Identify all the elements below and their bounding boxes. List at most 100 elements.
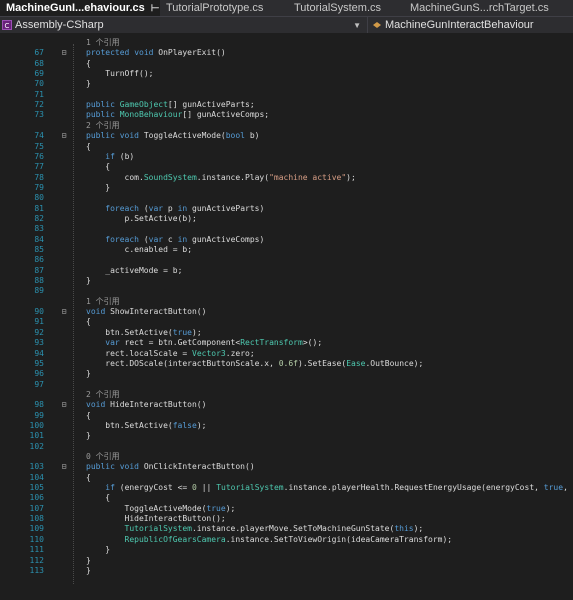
line-number: 106 — [29, 493, 44, 503]
code-text: public GameObject[] gunActiveParts; — [86, 100, 255, 110]
codelens-reference-count[interactable]: 2 个引用 — [0, 120, 573, 131]
line-number: 82 — [34, 213, 44, 223]
code-line: 108 HideInteractButton(); — [0, 513, 573, 524]
code-line: 69 TurnOff(); — [0, 68, 573, 79]
code-line: 85 c.enabled = b; — [0, 244, 573, 255]
code-line: 112} — [0, 555, 573, 566]
code-text: { — [86, 472, 91, 482]
codelens-reference-count[interactable]: 2 个引用 — [0, 389, 573, 400]
line-number: 71 — [34, 89, 44, 99]
code-line: 109 TutorialSystem.instance.playerMove.S… — [0, 523, 573, 534]
tab-tutorial-system[interactable]: TutorialSystem.cs — [288, 0, 404, 16]
code-text: { — [86, 410, 91, 420]
line-number: 97 — [34, 379, 44, 389]
code-line: 102 — [0, 441, 573, 452]
line-number: 102 — [29, 441, 44, 451]
code-line: 97 — [0, 379, 573, 390]
tab-label: MachineGunI...ehaviour.cs — [6, 2, 145, 14]
collapse-region-icon[interactable]: ⊟ — [60, 399, 68, 410]
code-line: 70} — [0, 78, 573, 89]
code-line: 81 foreach (var p in gunActiveParts) — [0, 203, 573, 214]
line-number: 79 — [34, 182, 44, 192]
line-number: 96 — [34, 369, 44, 379]
code-line: 107 ToggleActiveMode(true); — [0, 503, 573, 514]
codelens-reference-count[interactable]: 1 个引用 — [0, 296, 573, 307]
code-text: if (energyCost <= 0 || TutorialSystem.in… — [105, 483, 573, 493]
line-number: 108 — [29, 514, 44, 524]
code-line: 105 if (energyCost <= 0 || TutorialSyste… — [0, 482, 573, 493]
collapse-region-icon[interactable]: ⊟ — [60, 47, 68, 58]
line-number: 70 — [34, 79, 44, 89]
reference-count-text[interactable]: 0 个引用 — [86, 451, 120, 462]
line-number: 93 — [34, 338, 44, 348]
code-text: public void ToggleActiveMode(bool b) — [86, 131, 260, 141]
tab-tutorial-prototype[interactable]: TutorialPrototype.cs — [160, 0, 288, 16]
code-text: } — [105, 545, 111, 555]
code-line: 88} — [0, 275, 573, 286]
code-text: protected void OnPlayerExit() — [86, 48, 226, 58]
code-line: 106 { — [0, 492, 573, 503]
code-text: } — [86, 276, 91, 286]
line-number: 94 — [34, 348, 44, 358]
line-number: 104 — [29, 472, 44, 482]
tab-machinegun-interact-behaviour[interactable]: MachineGunI...ehaviour.cs ⊢ ✕ — [0, 0, 160, 16]
line-number: 99 — [34, 410, 44, 420]
code-line: 82 p.SetActive(b); — [0, 213, 573, 224]
code-text: { — [105, 493, 111, 503]
document-tab-bar: MachineGunI...ehaviour.cs ⊢ ✕ TutorialPr… — [0, 0, 573, 17]
line-number: 75 — [34, 141, 44, 151]
code-line: 83 — [0, 223, 573, 234]
reference-count-text[interactable]: 2 个引用 — [86, 120, 120, 131]
navigation-bar: C Assembly-CSharp ▼ MachineGunInteractBe… — [0, 17, 573, 33]
pin-icon[interactable]: ⊢ — [151, 3, 160, 14]
code-text: { — [86, 58, 91, 68]
code-text: btn.SetActive(true); — [105, 327, 202, 337]
collapse-region-icon[interactable]: ⊟ — [60, 461, 68, 472]
codelens-reference-count[interactable]: 1 个引用 — [0, 37, 573, 48]
code-line: 90 ⊟ void ShowInteractButton() — [0, 306, 573, 317]
code-text: } — [86, 555, 91, 565]
tab-machinegun-search-target[interactable]: MachineGunS...rchTarget.cs — [404, 0, 573, 16]
code-line: 110 RepublicOfGearsCamera.instance.SetTo… — [0, 534, 573, 545]
code-text: rect.localScale = Vector3.zero; — [105, 348, 255, 358]
reference-count-text[interactable]: 1 个引用 — [86, 37, 120, 48]
code-text: foreach (var c in gunActiveComps) — [105, 234, 265, 244]
code-line: 92 btn.SetActive(true); — [0, 327, 573, 338]
code-line: 104 { — [0, 472, 573, 483]
line-number: 69 — [34, 69, 44, 79]
code-text: var rect = btn.GetComponent<RectTransfor… — [105, 338, 323, 348]
line-number: 107 — [29, 503, 44, 513]
line-number: 111 — [29, 545, 44, 555]
project-dropdown[interactable]: C Assembly-CSharp ▼ — [0, 17, 368, 33]
code-line: 84 foreach (var c in gunActiveComps) — [0, 234, 573, 245]
collapse-region-icon[interactable]: ⊟ — [60, 130, 68, 141]
code-line: 100 btn.SetActive(false); — [0, 420, 573, 431]
line-number: 81 — [34, 203, 44, 213]
line-number: 91 — [34, 317, 44, 327]
code-line: 77 { — [0, 161, 573, 172]
code-text: public void OnClickInteractButton() — [86, 462, 255, 472]
reference-count-text[interactable]: 1 个引用 — [86, 296, 120, 307]
code-line: 94 rect.localScale = Vector3.zero; — [0, 348, 573, 359]
reference-count-text[interactable]: 2 个引用 — [86, 389, 120, 400]
code-line: 89 — [0, 285, 573, 296]
code-text: } — [86, 369, 91, 379]
line-number: 77 — [34, 162, 44, 172]
code-text: if (b) — [105, 151, 135, 161]
line-number: 89 — [34, 286, 44, 296]
tab-label: TutorialPrototype.cs — [166, 2, 264, 14]
codelens-reference-count[interactable]: 0 个引用 — [0, 451, 573, 462]
collapse-region-icon[interactable]: ⊟ — [60, 306, 68, 317]
code-text: ToggleActiveMode(true); — [124, 503, 236, 513]
line-number: 112 — [29, 555, 44, 565]
line-number: 95 — [34, 358, 44, 368]
line-number: 83 — [34, 224, 44, 234]
code-line: 75 { — [0, 141, 573, 152]
code-editor[interactable]: 1 个引用 67 ⊟ protected void OnPlayerExit() 68 {… — [0, 34, 573, 600]
member-dropdown[interactable]: MachineGunInteractBehaviour — [368, 17, 573, 33]
line-number: 103 — [29, 462, 44, 472]
line-number: 101 — [29, 431, 44, 441]
code-line: 95 rect.DOScale(interactButtonScale.x, 0… — [0, 358, 573, 369]
code-text: TurnOff(); — [105, 69, 154, 79]
line-number: 88 — [34, 276, 44, 286]
